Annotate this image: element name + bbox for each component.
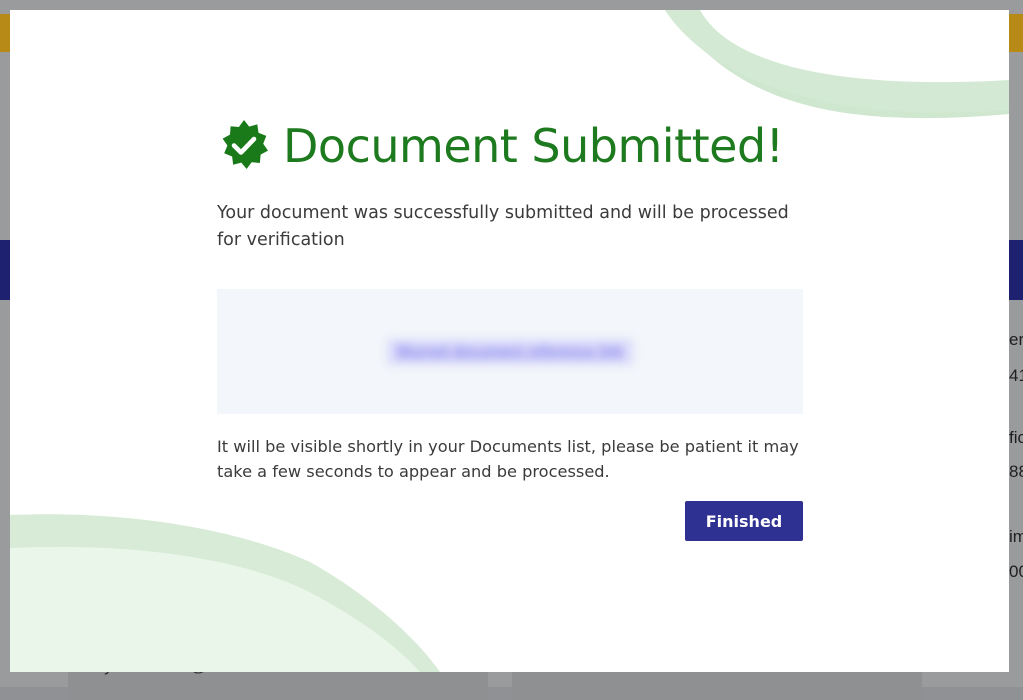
document-reference-box: Blurred document reference link [217, 289, 803, 414]
title-row: Document Submitted! [217, 110, 784, 182]
background-peek-text: er [1009, 330, 1023, 349]
background-peek-text: 41 [1009, 366, 1023, 385]
submission-success-modal: Document Submitted! Your document was su… [10, 10, 1009, 672]
background-peek-text: 00 [1009, 562, 1023, 581]
modal-content: Document Submitted! Your document was su… [10, 10, 1009, 672]
background-peek-text: im [1009, 527, 1023, 546]
check-badge-icon [222, 120, 268, 169]
background-peek-text: 88 [1009, 462, 1023, 481]
modal-title: Document Submitted! [283, 119, 784, 173]
background-peek-text: fic [1009, 428, 1023, 447]
success-message: Your document was successfully submitted… [217, 203, 789, 250]
finished-button[interactable]: Finished [685, 501, 803, 541]
processing-note: It will be visible shortly in your Docum… [217, 437, 799, 481]
document-reference-link[interactable]: Blurred document reference link [386, 338, 634, 365]
